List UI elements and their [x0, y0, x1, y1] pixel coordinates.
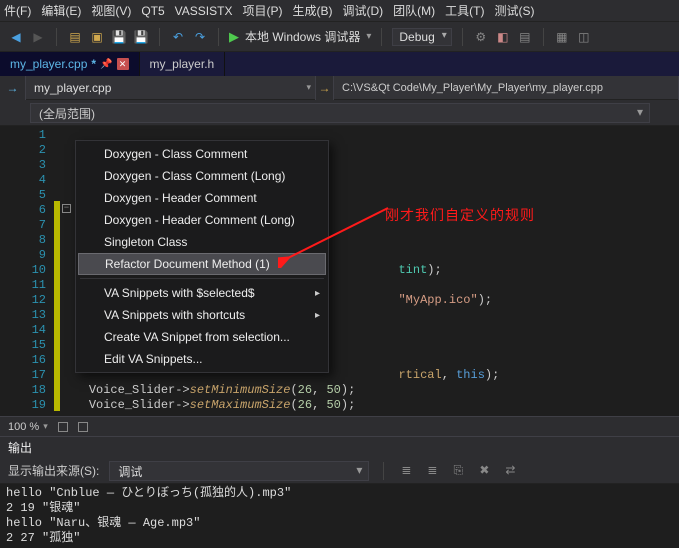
redo-icon[interactable]: ↷	[192, 29, 208, 45]
fold-icon[interactable]: −	[62, 204, 71, 213]
output-icon-1[interactable]: ≣	[398, 463, 414, 479]
nav-path-text: C:\VS&Qt Code\My_Player\My_Player\my_pla…	[342, 82, 603, 94]
menu-build[interactable]: 生成(B)	[292, 2, 332, 19]
output-icon-2[interactable]: ≣	[424, 463, 440, 479]
pin-icon[interactable]: 📌	[100, 59, 112, 70]
output-source-combo[interactable]: 调试	[109, 461, 369, 481]
scope-combo[interactable]: (全局范围)	[30, 103, 650, 123]
menu-debug[interactable]: 调试(D)	[342, 2, 383, 19]
status-box-1[interactable]	[58, 422, 68, 432]
tb-icon-1[interactable]: ⚙	[473, 29, 489, 45]
code-line: Voice_Slider->setMinimumSize(26, 50);	[60, 383, 679, 398]
zoom-value[interactable]: 100 %	[8, 421, 39, 433]
output-icon-3[interactable]: ⎘	[450, 463, 466, 479]
nav-fwd-icon[interactable]: ▶	[30, 29, 46, 45]
menu-doxygen-class-long[interactable]: Doxygen - Class Comment (Long)	[76, 165, 328, 187]
nav-file-combo[interactable]: my_player.cpp ▾	[26, 76, 316, 100]
menu-separator	[80, 278, 324, 279]
annotation-text: 刚才我们自定义的规则	[385, 205, 535, 225]
tb-icon-2[interactable]: ◧	[495, 29, 511, 45]
menu-edit-va-snippets[interactable]: Edit VA Snippets...	[76, 348, 328, 370]
menu-create-va-snippet[interactable]: Create VA Snippet from selection...	[76, 326, 328, 348]
annotation-arrow	[278, 198, 398, 268]
file-tab-bar: my_player.cpp * 📌 ✕ my_player.h	[0, 52, 679, 76]
status-box-2[interactable]	[78, 422, 88, 432]
close-icon[interactable]: ✕	[117, 58, 129, 70]
menu-tools[interactable]: 工具(T)	[445, 2, 484, 19]
nav-file-label: my_player.cpp	[34, 81, 111, 95]
output-clear-icon[interactable]: ✖	[476, 463, 492, 479]
chevron-down-icon[interactable]: ▾	[43, 421, 48, 432]
scope-bar: (全局范围)	[0, 100, 679, 126]
output-source-label: 显示输出来源(S):	[8, 462, 99, 479]
menu-doxygen-class[interactable]: Doxygen - Class Comment	[76, 143, 328, 165]
menu-edit[interactable]: 编辑(E)	[41, 2, 81, 19]
nav-arrow-left[interactable]: →	[0, 76, 26, 100]
main-toolbar: ◀ ▶ ▤ ▣ 💾 💾 ↶ ↷ ▶ 本地 Windows 调试器 ▾ Debug…	[0, 22, 679, 52]
tab-my-player-h[interactable]: my_player.h	[140, 52, 226, 76]
separator	[56, 28, 57, 46]
output-body[interactable]: hello "Cnblue — ひとりぼっち(孤独的人).mp3" 2 19 "…	[0, 484, 679, 548]
chevron-down-icon: ▾	[306, 82, 311, 93]
separator	[543, 28, 544, 46]
nav-path[interactable]: C:\VS&Qt Code\My_Player\My_Player\my_pla…	[334, 76, 679, 100]
save-all-icon[interactable]: 💾	[133, 29, 149, 45]
output-title: 输出	[0, 436, 679, 458]
separator	[462, 28, 463, 46]
nav-bar: → my_player.cpp ▾ → C:\VS&Qt Code\My_Pla…	[0, 76, 679, 100]
output-toolbar: 显示输出来源(S): 调试 ≣ ≣ ⎘ ✖ ⇄	[0, 458, 679, 484]
tab-label: my_player.h	[150, 57, 215, 71]
run-icon[interactable]: ▶	[229, 29, 239, 45]
separator	[159, 28, 160, 46]
menu-vassist[interactable]: VASSISTX	[175, 4, 233, 18]
new-icon[interactable]: ▤	[67, 29, 83, 45]
zoom-bar: 100 % ▾	[0, 416, 679, 436]
nav-back-icon[interactable]: ◀	[8, 29, 24, 45]
tab-label: my_player.cpp	[10, 57, 87, 71]
output-icon-5[interactable]: ⇄	[502, 463, 518, 479]
open-icon[interactable]: ▣	[89, 29, 105, 45]
menu-team[interactable]: 团队(M)	[393, 2, 435, 19]
tb-icon-3[interactable]: ▤	[517, 29, 533, 45]
tb-icon-5[interactable]: ◫	[576, 29, 592, 45]
run-drop-icon[interactable]: ▾	[366, 31, 371, 42]
tb-icon-4[interactable]: ▦	[554, 29, 570, 45]
separator	[218, 28, 219, 46]
nav-path-arrow: →	[316, 76, 334, 100]
save-icon[interactable]: 💾	[111, 29, 127, 45]
menu-va-snippets-selected[interactable]: VA Snippets with $selected$	[76, 282, 328, 304]
undo-icon[interactable]: ↶	[170, 29, 186, 45]
menu-va-snippets-shortcuts[interactable]: VA Snippets with shortcuts	[76, 304, 328, 326]
separator	[383, 462, 384, 480]
menu-file[interactable]: 件(F)	[4, 2, 31, 19]
config-combo[interactable]: Debug	[392, 28, 451, 46]
menu-qt5[interactable]: QT5	[141, 4, 164, 18]
menu-project[interactable]: 项目(P)	[242, 2, 282, 19]
run-label[interactable]: 本地 Windows 调试器	[245, 28, 360, 45]
menu-bar: 件(F) 编辑(E) 视图(V) QT5 VASSISTX 项目(P) 生成(B…	[0, 0, 679, 22]
tab-my-player-cpp[interactable]: my_player.cpp * 📌 ✕	[0, 52, 140, 76]
code-line: Voice_Slider->setMaximumSize(26, 50);	[60, 398, 679, 413]
line-gutter: 1234 5678 9101112 13141516 171819	[4, 126, 54, 416]
menu-view[interactable]: 视图(V)	[91, 2, 131, 19]
separator	[381, 28, 382, 46]
menu-test[interactable]: 测试(S)	[494, 2, 534, 19]
dirty-indicator: *	[91, 57, 96, 71]
